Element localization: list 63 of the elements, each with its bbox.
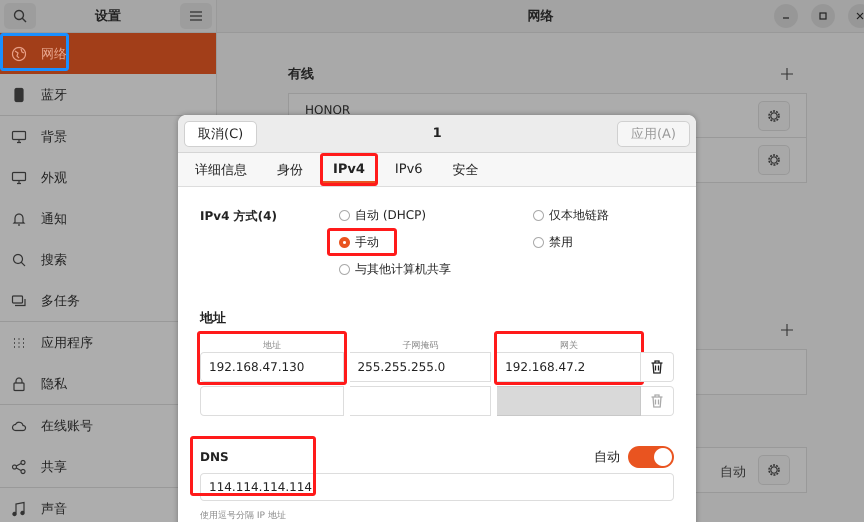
radio-option[interactable]: 仅本地链路 (533, 205, 609, 225)
auto-toggle[interactable] (628, 446, 674, 468)
settings-button[interactable] (758, 101, 790, 131)
sidebar-icon (11, 500, 27, 516)
address-field[interactable]: 192.168.47.2 (497, 352, 641, 382)
sidebar-icon (11, 458, 27, 474)
sidebar-item[interactable]: 搜索 (0, 239, 216, 280)
dialog-title: 1 (432, 126, 442, 141)
tab[interactable]: 详细信息 (185, 156, 257, 183)
search-button[interactable] (4, 3, 36, 29)
address-title: 地址 (200, 310, 227, 327)
trash-icon (650, 394, 663, 408)
menu-button[interactable] (180, 3, 212, 29)
sidebar-icon (11, 170, 27, 186)
address-field[interactable]: 255.255.255.0 (350, 352, 492, 382)
sidebar-icon (11, 376, 27, 392)
highlight-frame (0, 33, 69, 71)
column-header: 地址 (262, 340, 281, 352)
window-title: 网络 (528, 8, 554, 25)
connection-name: HONOR (305, 103, 350, 117)
trash-icon (650, 360, 663, 374)
column-header: 子网掩码 (402, 340, 438, 352)
sidebar-icon (11, 128, 27, 144)
cancel-button[interactable]: 取消(C) (184, 120, 258, 146)
address-field[interactable] (200, 386, 344, 416)
sidebar-icon (11, 292, 27, 308)
section-title: 有线 (288, 66, 314, 83)
maximize-icon (818, 11, 828, 21)
maximize-button[interactable] (811, 4, 835, 28)
sidebar-title: 设置 (95, 8, 121, 25)
delete-button[interactable] (640, 352, 674, 382)
search-icon (13, 9, 27, 23)
sidebar-icon (11, 252, 27, 268)
dns-title: DNS (200, 450, 229, 464)
radio-option[interactable]: 禁用 (533, 232, 609, 252)
radio-option[interactable]: 自动 (DHCP) (339, 205, 533, 225)
sidebar-icon (11, 46, 27, 62)
column-header: 网关 (560, 340, 578, 352)
menu-icon (190, 11, 202, 21)
settings-icon (766, 108, 782, 124)
settings-icon (766, 152, 782, 168)
add-icon[interactable] (781, 324, 793, 336)
auto-label: 自动 (594, 449, 620, 466)
dns-field[interactable]: 114.114.114.114 (200, 473, 674, 501)
add-icon[interactable] (781, 68, 793, 80)
close-icon (855, 11, 864, 21)
method-label: IPv4 方式(4) (200, 208, 278, 225)
address-field[interactable] (350, 386, 492, 416)
radio-option[interactable]: 与其他计算机共享 (339, 259, 533, 279)
sidebar-item[interactable]: 在线账号 (0, 405, 216, 446)
settings-button[interactable] (758, 455, 790, 485)
address-field[interactable]: 192.168.47.130 (200, 352, 344, 382)
tab[interactable]: 身份 (267, 156, 313, 183)
tab[interactable]: IPv6 (384, 156, 433, 183)
settings-icon (766, 462, 782, 478)
sidebar-item[interactable]: 蓝牙 (0, 74, 216, 115)
settings-button[interactable] (758, 145, 790, 175)
tab[interactable]: IPv4 (323, 156, 375, 183)
sidebar-icon (11, 210, 27, 226)
dns-hint: 使用逗号分隔 IP 地址 (200, 510, 287, 522)
radio-option[interactable]: 手动 (339, 232, 533, 252)
tab[interactable]: 安全 (442, 156, 489, 183)
connection-status: 自动 (720, 464, 746, 481)
